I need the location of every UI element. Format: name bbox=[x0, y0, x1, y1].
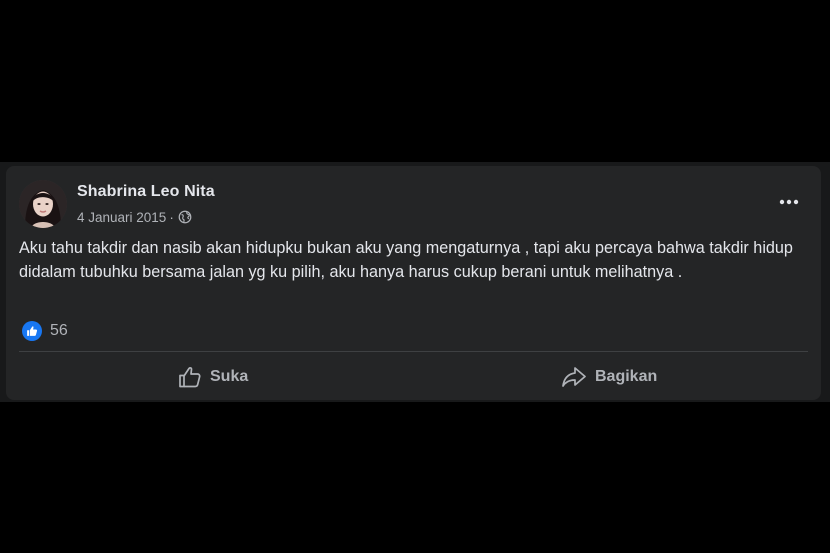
post-meta: 4 Januari 2015 · bbox=[77, 208, 192, 226]
like-badge-icon bbox=[22, 321, 42, 341]
share-label: Bagikan bbox=[595, 368, 658, 385]
post-date[interactable]: 4 Januari 2015 bbox=[77, 210, 166, 225]
more-dots-icon bbox=[779, 199, 799, 205]
avatar[interactable] bbox=[19, 180, 67, 228]
like-count: 56 bbox=[50, 322, 68, 339]
post-text: Aku tahu takdir dan nasib akan hidupku b… bbox=[19, 239, 793, 281]
action-divider bbox=[19, 351, 808, 352]
meta-separator: · bbox=[169, 209, 174, 225]
more-options-button[interactable] bbox=[775, 192, 803, 212]
avatar-photo bbox=[19, 180, 67, 228]
share-arrow-icon bbox=[562, 367, 586, 387]
like-button[interactable]: Suka bbox=[178, 359, 248, 395]
globe-icon bbox=[178, 210, 192, 224]
share-button[interactable]: Bagikan bbox=[561, 359, 657, 395]
like-label: Suka bbox=[210, 368, 249, 385]
author-name[interactable]: Shabrina Leo Nita bbox=[77, 183, 215, 201]
reactions-summary[interactable]: 56 bbox=[22, 319, 68, 343]
post-card: Shabrina Leo Nita 4 Januari 2015 · Aku t… bbox=[6, 166, 821, 400]
thumbs-up-icon bbox=[179, 367, 201, 388]
